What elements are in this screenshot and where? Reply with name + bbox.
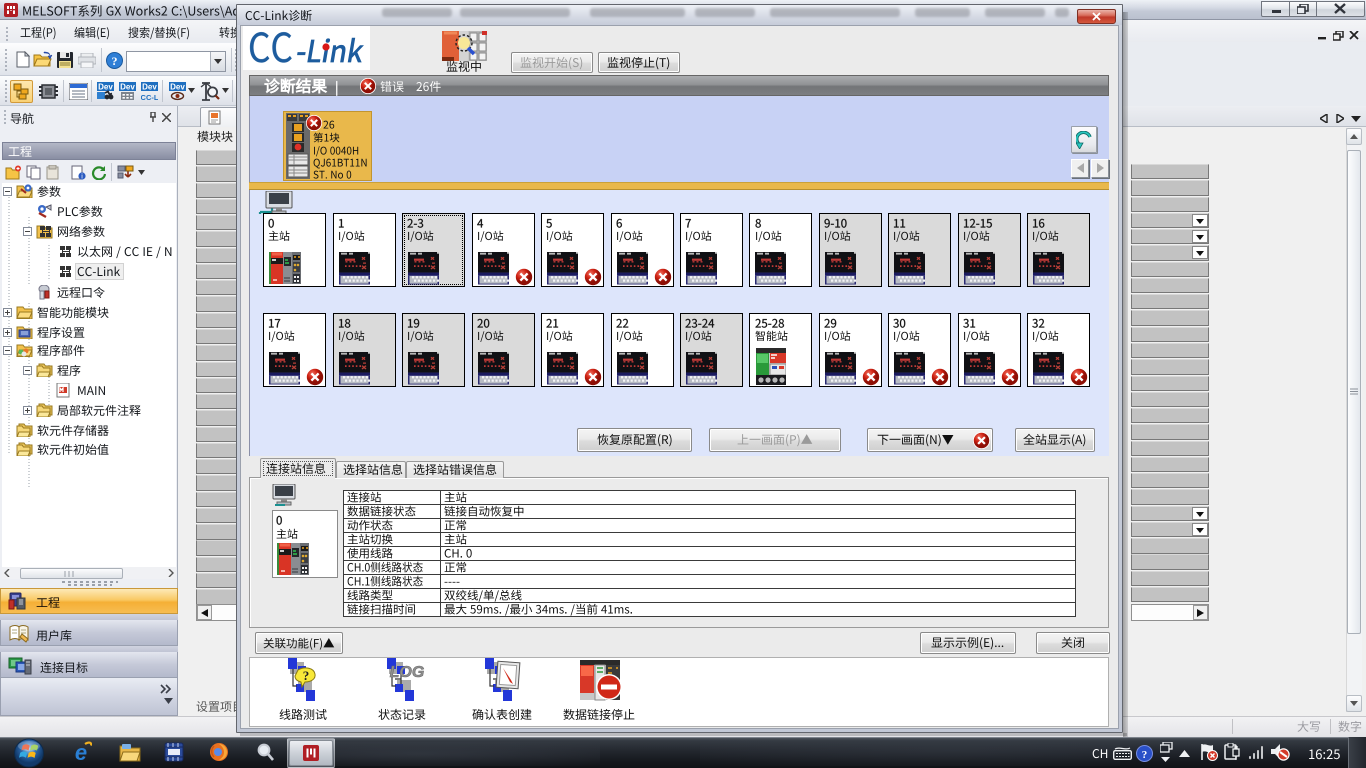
svg-text:Dev: Dev (170, 83, 185, 92)
svg-text:Dev: Dev (98, 83, 113, 92)
svg-text:?: ? (303, 668, 310, 683)
svg-text:Dev: Dev (120, 83, 135, 92)
svg-text:?: ? (112, 54, 118, 68)
svg-text:Dev: Dev (142, 83, 157, 92)
svg-text:?: ? (1142, 749, 1148, 761)
svg-text:CC-L: CC-L (141, 93, 158, 101)
svg-text:LOG: LOG (390, 664, 425, 681)
